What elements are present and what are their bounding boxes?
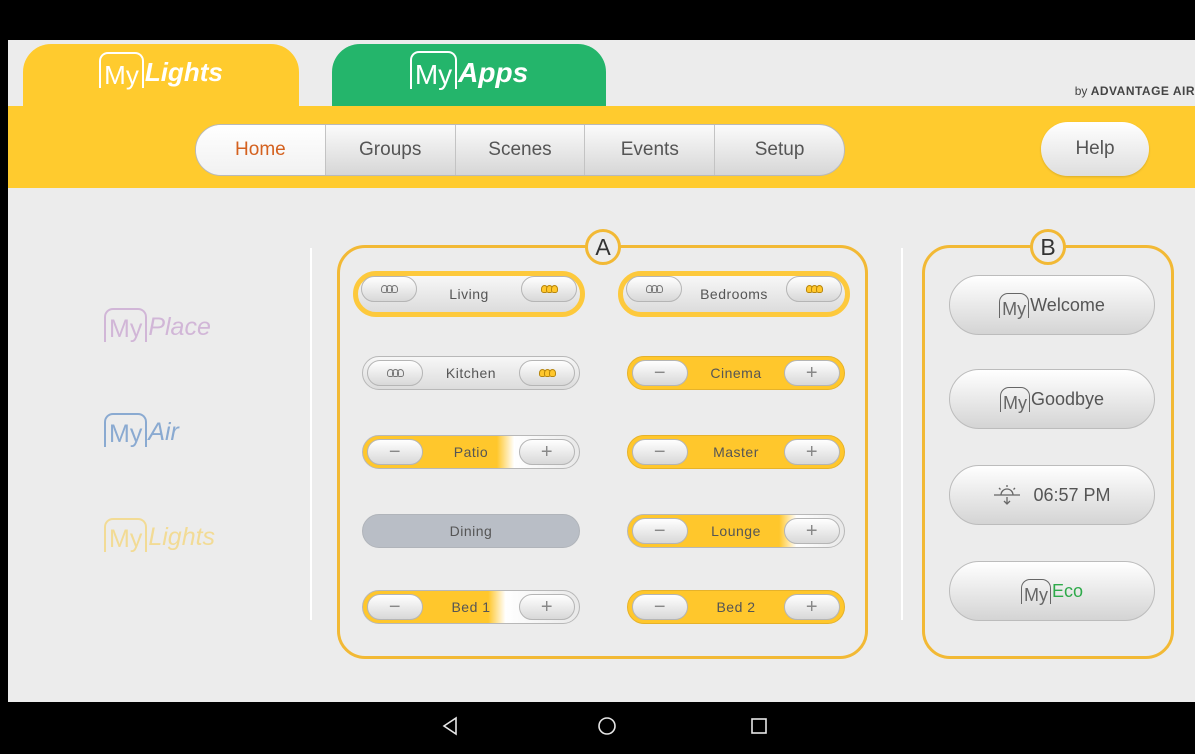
dim-up-button[interactable]: + — [784, 594, 840, 620]
logo-my: My — [104, 308, 148, 342]
button-label: Eco — [1051, 580, 1084, 601]
zone-label: Bedrooms — [700, 286, 768, 302]
zone-label: Living — [449, 286, 489, 302]
logo-air: Air — [148, 418, 179, 446]
zone-label: Master — [713, 444, 759, 460]
dim-up-button[interactable]: + — [784, 360, 840, 386]
system-navigation-bar — [0, 702, 1195, 754]
zone-master[interactable]: − Master + — [627, 435, 845, 469]
zone-cinema[interactable]: − Cinema + — [627, 356, 845, 390]
zone-patio[interactable]: − Patio + — [362, 435, 580, 469]
zone-label: Dining — [449, 523, 493, 539]
logo-my: My — [1020, 578, 1051, 604]
zone-dining[interactable]: Dining — [362, 514, 580, 548]
mygoodbye-button[interactable]: My Goodbye — [949, 369, 1155, 429]
myeco-button[interactable]: My Eco — [949, 561, 1155, 621]
divider — [310, 248, 312, 620]
myair-app[interactable]: My Air — [104, 413, 179, 447]
main-nav: Home Groups Scenes Events Setup — [195, 124, 845, 176]
light-off-button[interactable] — [367, 360, 423, 386]
brand-name: ADVANTAGE AIR — [1090, 84, 1195, 98]
zone-kitchen[interactable]: Kitchen — [362, 356, 580, 390]
divider — [901, 248, 903, 620]
logo-my: My — [999, 292, 1030, 318]
zone-label: Lounge — [711, 523, 761, 539]
nav-home[interactable]: Home — [196, 125, 326, 175]
dim-up-button[interactable]: + — [519, 439, 575, 465]
logo-place: Place — [148, 313, 211, 341]
zone-bedrooms[interactable]: Bedrooms — [618, 271, 850, 317]
sunset-time: 06:57 PM — [1033, 484, 1111, 505]
logo-my: My — [99, 52, 144, 88]
zone-label: Bed 1 — [451, 599, 491, 615]
light-off-button[interactable] — [361, 276, 417, 302]
light-on-button[interactable] — [786, 276, 842, 302]
bulb-off-icon — [645, 285, 663, 293]
dim-up-button[interactable]: + — [519, 594, 575, 620]
nav-events[interactable]: Events — [585, 125, 716, 175]
app-screen: My Lights My Apps by ADVANTAGE AIR Home … — [8, 40, 1195, 702]
zone-bed-2[interactable]: − Bed 2 + — [627, 590, 845, 624]
dim-down-button[interactable]: − — [632, 594, 688, 620]
brand-by: by — [1074, 84, 1088, 98]
nav-setup[interactable]: Setup — [715, 125, 844, 175]
button-label: Welcome — [1030, 294, 1105, 315]
bulb-off-icon — [386, 369, 404, 377]
dim-up-button[interactable]: + — [784, 518, 840, 544]
mylights-app[interactable]: My Lights — [104, 518, 215, 552]
dim-down-button[interactable]: − — [367, 594, 423, 620]
help-button[interactable]: Help — [1041, 122, 1149, 176]
mylights-logo: My Lights — [99, 52, 223, 88]
panel-a-label: A — [585, 229, 621, 265]
panel-b-label: B — [1030, 229, 1066, 265]
dim-down-button[interactable]: − — [632, 518, 688, 544]
bulb-on-icon — [805, 285, 823, 293]
scenes-panel: My Welcome My Goodbye 06:57 PM My Eco — [922, 245, 1174, 659]
tab-myapps[interactable]: My Apps — [332, 44, 606, 114]
logo-my: My — [104, 518, 148, 552]
dim-down-button[interactable]: − — [632, 439, 688, 465]
back-icon[interactable] — [441, 716, 459, 736]
zone-label: Cinema — [710, 365, 762, 381]
light-off-button[interactable] — [626, 276, 682, 302]
logo-my: My — [104, 413, 148, 447]
sunset-icon — [994, 485, 1021, 505]
nav-scenes[interactable]: Scenes — [456, 125, 586, 175]
logo-my: My — [999, 386, 1030, 412]
bulb-on-icon — [540, 285, 558, 293]
sunset-time-button[interactable]: 06:57 PM — [949, 465, 1155, 525]
myapps-logo: My Apps — [409, 51, 529, 89]
myplace-app[interactable]: My Place — [104, 308, 211, 342]
zone-lounge[interactable]: − Lounge + — [627, 514, 845, 548]
light-on-button[interactable] — [519, 360, 575, 386]
tab-mylights[interactable]: My Lights — [23, 44, 299, 114]
logo-lights: Lights — [148, 523, 216, 551]
light-on-button[interactable] — [521, 276, 577, 302]
zone-label: Bed 2 — [716, 599, 756, 615]
logo-apps: Apps — [458, 57, 529, 88]
brand-byline: by ADVANTAGE AIR — [1075, 84, 1195, 98]
home-icon[interactable] — [597, 716, 617, 736]
nav-groups[interactable]: Groups — [326, 125, 456, 175]
zone-living[interactable]: Living — [353, 271, 585, 317]
dim-up-button[interactable]: + — [784, 439, 840, 465]
zone-label: Patio — [453, 444, 489, 460]
recents-icon[interactable] — [750, 716, 768, 736]
zone-bed-1[interactable]: − Bed 1 + — [362, 590, 580, 624]
logo-lights: Lights — [144, 57, 223, 87]
mywelcome-button[interactable]: My Welcome — [949, 275, 1155, 335]
bulb-off-icon — [380, 285, 398, 293]
dim-down-button[interactable]: − — [632, 360, 688, 386]
zone-label: Kitchen — [445, 365, 497, 381]
button-label: Goodbye — [1030, 388, 1105, 409]
logo-my: My — [409, 51, 458, 89]
bulb-on-icon — [538, 369, 556, 377]
dim-down-button[interactable]: − — [367, 439, 423, 465]
